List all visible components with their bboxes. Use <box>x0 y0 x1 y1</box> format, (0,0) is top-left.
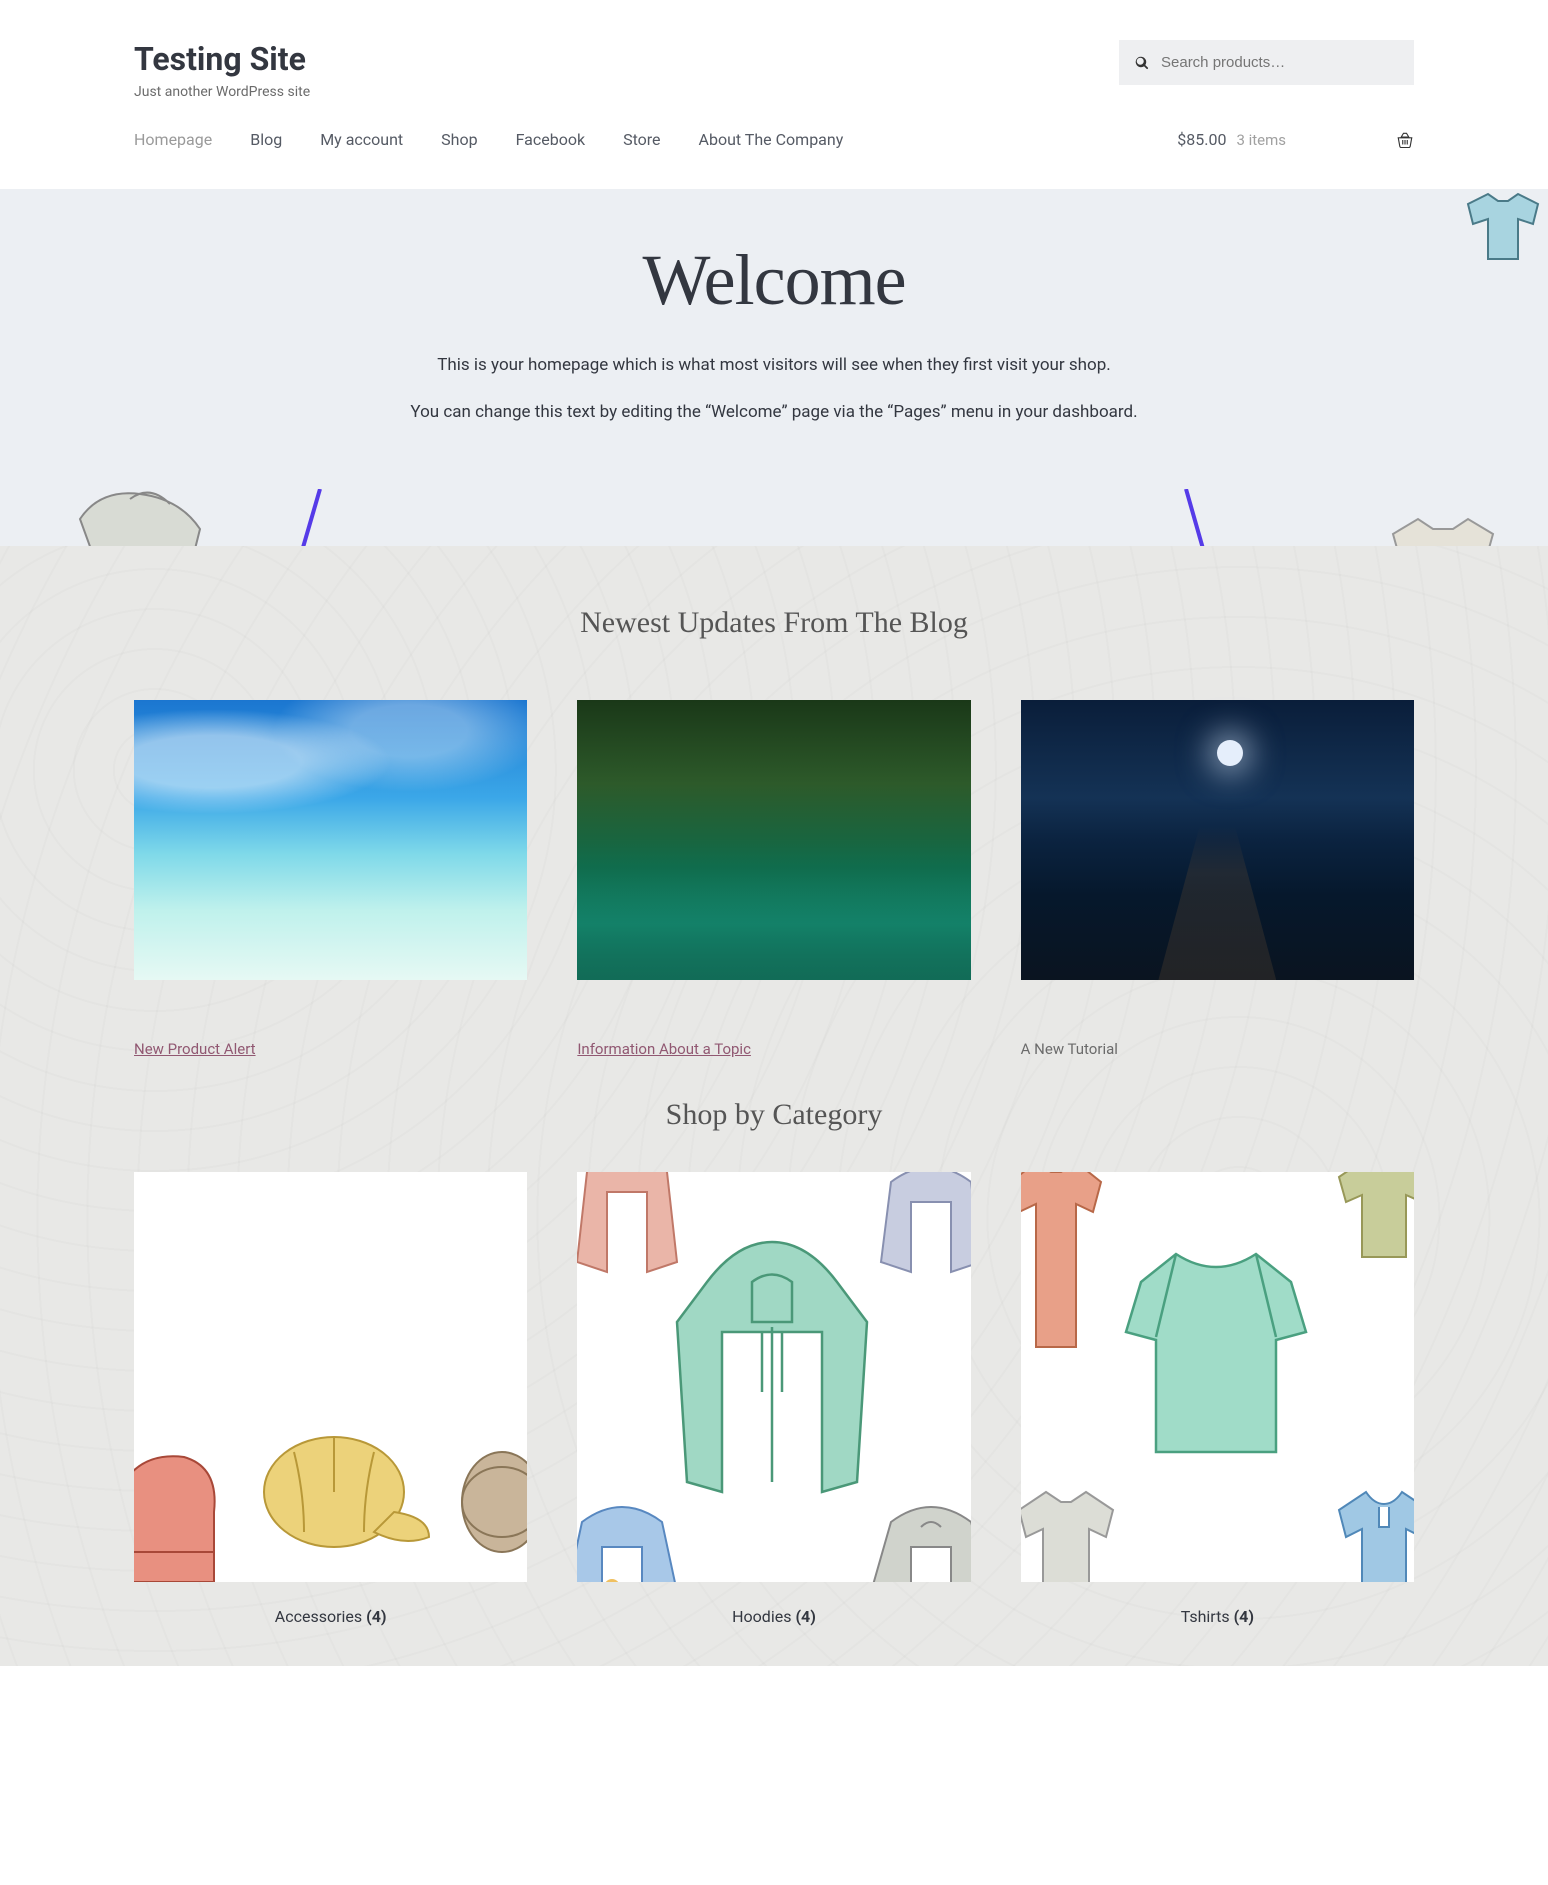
category-thumbnail <box>1021 1172 1414 1582</box>
primary-nav: Homepage Blog My account Shop Facebook S… <box>134 130 1414 169</box>
blog-post-title[interactable]: New Product Alert <box>134 1040 527 1058</box>
site-title[interactable]: Testing Site <box>134 40 310 78</box>
site-tagline: Just another WordPress site <box>134 84 310 100</box>
annotation-arrow-right <box>1178 489 1248 546</box>
category-thumbnail <box>134 1172 527 1582</box>
blog-thumbnail <box>134 700 527 980</box>
blog-post-card[interactable]: Information About a Topic <box>577 700 970 1058</box>
nav-item-my-account[interactable]: My account <box>320 130 403 149</box>
decoration-tshirt-icon <box>1378 509 1508 546</box>
shop-heading: Shop by Category <box>134 1098 1414 1132</box>
hero-text-1: This is your homepage which is what most… <box>134 352 1414 379</box>
nav-item-facebook[interactable]: Facebook <box>516 130 585 149</box>
nav-item-blog[interactable]: Blog <box>250 130 282 149</box>
basket-icon <box>1396 132 1414 148</box>
search-box <box>1119 40 1414 85</box>
search-input[interactable] <box>1119 40 1414 85</box>
category-card-hoodies[interactable]: Hoodies (4) <box>577 1172 970 1626</box>
blog-heading: Newest Updates From The Blog <box>134 606 1414 640</box>
category-title: Hoodies (4) <box>577 1607 970 1626</box>
nav-item-store[interactable]: Store <box>623 130 660 149</box>
hero-text-2: You can change this text by editing the … <box>134 399 1414 426</box>
decoration-tshirt-icon <box>1458 189 1548 269</box>
search-icon <box>1135 56 1149 70</box>
blog-thumbnail <box>1021 700 1414 980</box>
category-card-tshirts[interactable]: Tshirts (4) <box>1021 1172 1414 1626</box>
blog-post-title[interactable]: A New Tutorial <box>1021 1040 1414 1058</box>
nav-item-shop[interactable]: Shop <box>441 130 477 149</box>
hero-title: Welcome <box>134 239 1414 322</box>
blog-section: Newest Updates From The Blog New Product… <box>0 546 1548 1666</box>
site-branding: Testing Site Just another WordPress site <box>134 40 310 100</box>
hero-section: Welcome This is your homepage which is w… <box>0 189 1548 546</box>
category-title: Tshirts (4) <box>1021 1607 1414 1626</box>
blog-post-card[interactable]: New Product Alert <box>134 700 527 1058</box>
blog-post-card[interactable]: A New Tutorial <box>1021 700 1414 1058</box>
cart-link[interactable]: $85.00 3 items <box>1177 130 1414 149</box>
annotation-arrow-left <box>260 489 330 546</box>
blog-post-title[interactable]: Information About a Topic <box>577 1040 970 1058</box>
category-title: Accessories (4) <box>134 1607 527 1626</box>
nav-item-homepage[interactable]: Homepage <box>134 130 212 149</box>
cart-items-count: 3 items <box>1236 131 1286 149</box>
blog-thumbnail <box>577 700 970 980</box>
nav-item-about[interactable]: About The Company <box>699 130 844 149</box>
category-card-accessories[interactable]: Accessories (4) <box>134 1172 527 1626</box>
cart-total: $85.00 <box>1177 130 1226 149</box>
category-thumbnail <box>577 1172 970 1582</box>
decoration-hoodie-icon <box>60 479 220 546</box>
